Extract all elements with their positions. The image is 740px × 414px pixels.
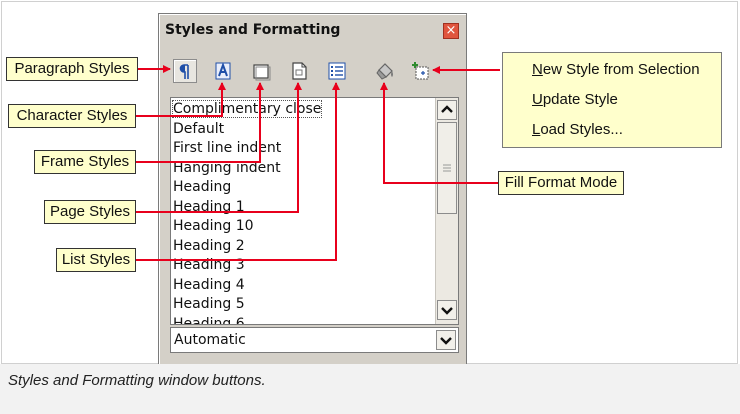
figure-caption: Styles and Formatting window buttons. — [8, 372, 266, 389]
arrow-page-styles — [136, 82, 302, 213]
arrow-character-styles — [136, 82, 226, 117]
arrow-fill-format-mode — [380, 82, 498, 184]
annotation-arrows — [136, 65, 500, 261]
arrow-list-styles — [136, 82, 340, 261]
arrow-frame-styles — [136, 82, 264, 163]
